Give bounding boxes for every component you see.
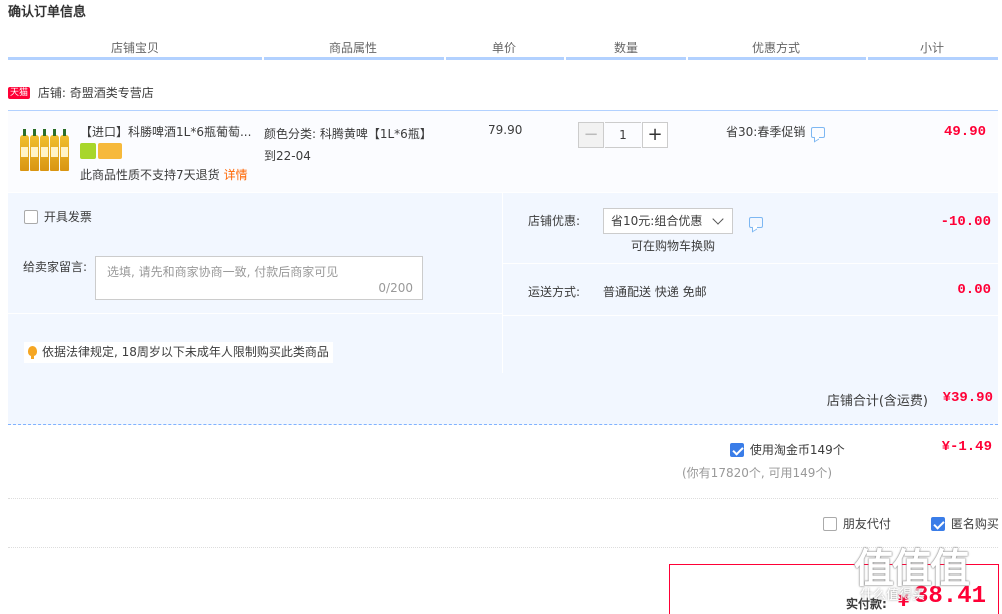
- header-discount: 优惠方式: [751, 41, 800, 55]
- legal-tip: 依据法律规定, 18周岁以下未成年人限制购买此类商品: [24, 342, 333, 363]
- divider: [8, 498, 998, 499]
- shop-discount-amount: -10.00: [940, 214, 991, 230]
- friend-pay-option[interactable]: 朋友代付: [823, 515, 891, 532]
- page-title: 确认订单信息: [8, 5, 87, 20]
- product-image[interactable]: [20, 125, 76, 171]
- shop-total-label: 店铺合计(含运费): [826, 394, 928, 409]
- shop-discount-select[interactable]: 省10元:组合优惠: [603, 208, 733, 234]
- product-attributes: 颜色分类: 科腾黄啤【1L*6瓶】 到22-04: [264, 127, 432, 163]
- coin-checkbox[interactable]: [730, 442, 744, 457]
- table-header: 店铺宝贝 商品属性 单价 数量 优惠方式 小计: [8, 36, 998, 60]
- card-badge-icon: [98, 143, 122, 159]
- site-watermark-sub: 什么值得买: [860, 588, 926, 603]
- unit-price: 79.90: [488, 123, 523, 137]
- shop-total-value: ¥39.90: [942, 390, 993, 406]
- seller-message-input[interactable]: 选填, 请先和商家协商一致, 付款后商家可见 0/200: [95, 256, 423, 300]
- header-attributes: 商品属性: [328, 41, 377, 55]
- shop-discount-hint: 可在购物车换购: [631, 239, 716, 253]
- quantity-stepper: − 1 +: [578, 122, 668, 148]
- coin-hint: (你有17820个, 可用149个): [682, 466, 833, 480]
- tmall-badge: 天猫: [8, 86, 31, 99]
- anonymous-checkbox[interactable]: [931, 516, 945, 531]
- lightbulb-icon: [28, 346, 37, 359]
- anonymous-option[interactable]: 匿名购买: [931, 515, 999, 532]
- item-promotion: 省30:春季促销: [726, 123, 826, 140]
- return-notice: 此商品性质不支持7天退货 详情: [80, 168, 248, 182]
- notice-details-link[interactable]: 详情: [224, 168, 248, 182]
- product-name-link[interactable]: 【进口】科勝啤酒1L*6瓶葡萄...: [80, 123, 260, 140]
- service-badge-icon: [80, 143, 96, 159]
- shipping-method: 普通配送 快递 免邮: [603, 285, 707, 299]
- discount-chat-icon[interactable]: [749, 217, 763, 228]
- friend-pay-checkbox[interactable]: [823, 516, 837, 531]
- header-price: 单价: [491, 41, 516, 55]
- chat-icon[interactable]: [811, 127, 826, 138]
- order-item: 【进口】科勝啤酒1L*6瓶葡萄... 此商品性质不支持7天退货 详情 颜色分类: …: [8, 110, 998, 192]
- quantity-plus-button[interactable]: +: [642, 122, 668, 148]
- shop-name[interactable]: 店铺: 奇盟酒类专营店: [38, 86, 154, 100]
- shipping-label: 运送方式:: [528, 285, 581, 299]
- divider: [8, 547, 998, 548]
- shop-total-row: 店铺合计(含运费) ¥39.90: [8, 373, 998, 425]
- shop-row: 天猫 店铺: 奇盟酒类专营店: [8, 84, 154, 101]
- header-subtotal: 小计: [919, 41, 944, 55]
- item-subtotal: 49.90: [943, 124, 986, 140]
- chevron-down-icon: [712, 213, 724, 225]
- invoice-checkbox[interactable]: [24, 209, 38, 224]
- shop-discount-label: 店铺优惠:: [528, 214, 581, 228]
- coin-discount-value: ¥-1.49: [941, 439, 992, 455]
- coin-option[interactable]: 使用淘金币149个: [730, 441, 845, 458]
- header-shop-item: 店铺宝贝: [110, 41, 159, 55]
- header-quantity: 数量: [613, 41, 638, 55]
- invoice-option[interactable]: 开具发票: [24, 208, 92, 225]
- message-label: 给卖家留言:: [23, 260, 88, 274]
- shipping-amount: 0.00: [957, 282, 991, 298]
- quantity-input[interactable]: 1: [605, 122, 641, 148]
- message-char-count: 0/200: [378, 281, 413, 295]
- quantity-minus-button[interactable]: −: [578, 122, 604, 148]
